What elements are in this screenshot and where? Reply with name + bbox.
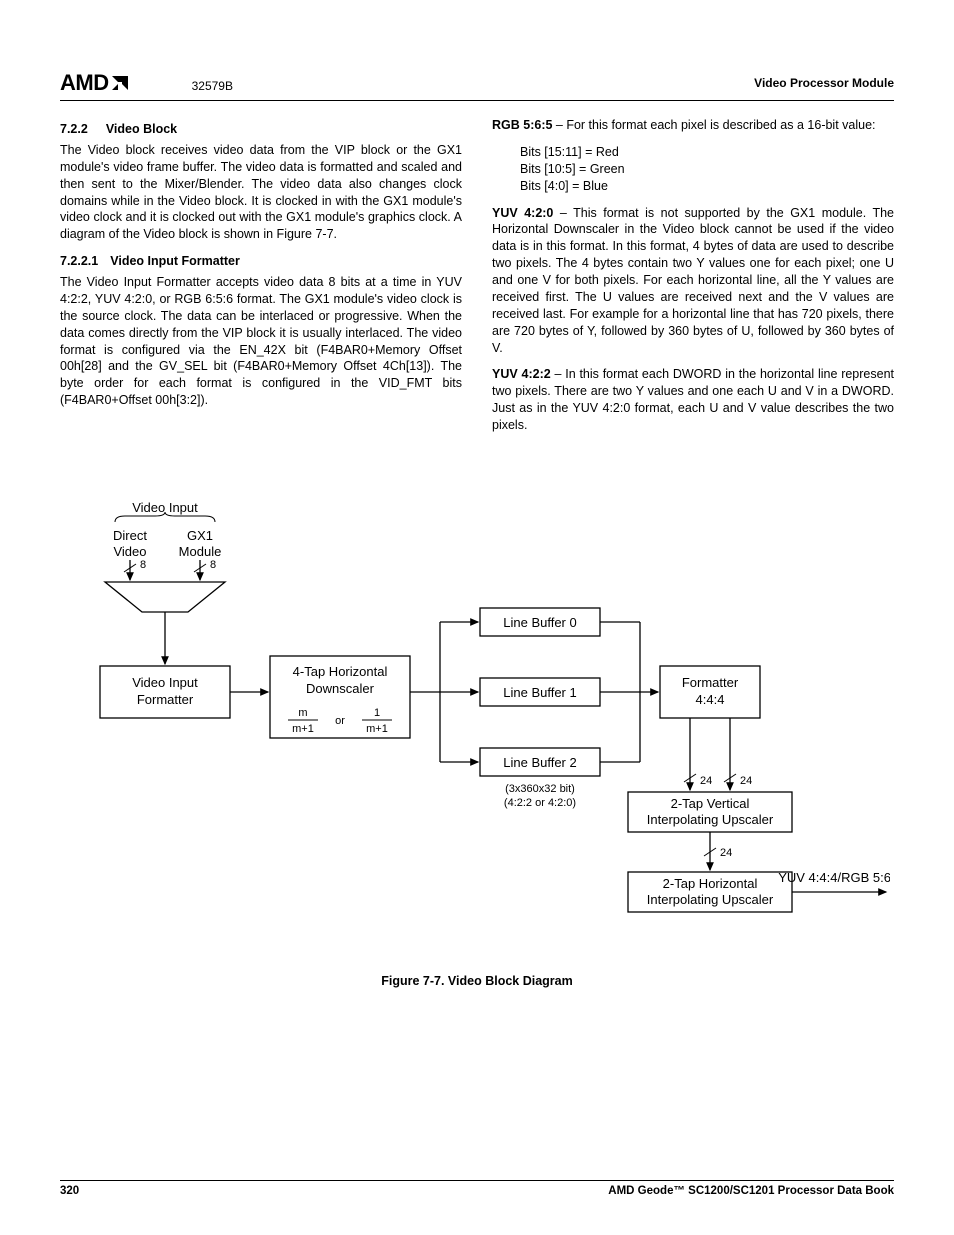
label-8bit-a: 8 bbox=[140, 559, 146, 571]
label-24c: 24 bbox=[720, 847, 732, 859]
rgb565-label: RGB 5:6:5 bbox=[492, 118, 552, 132]
down-line2: Downscaler bbox=[306, 681, 375, 696]
yuv420-label: YUV 4:2:0 bbox=[492, 206, 553, 220]
page-footer: 320 AMD Geode™ SC1200/SC1201 Processor D… bbox=[60, 1180, 894, 1197]
lb1: Line Buffer 1 bbox=[503, 685, 576, 700]
frac-1: 1 bbox=[374, 707, 380, 719]
frac-m1b: m+1 bbox=[366, 723, 388, 735]
hup-line1: 2-Tap Horizontal bbox=[663, 876, 758, 891]
label-24b: 24 bbox=[740, 775, 752, 787]
rgb-bits-blue: Bits [4:0] = Blue bbox=[520, 179, 608, 193]
amd-arrow-icon bbox=[110, 74, 132, 92]
rgb-bits-red: Bits [15:11] = Red bbox=[520, 145, 619, 159]
module-title: Video Processor Module bbox=[754, 76, 894, 90]
vif-line2: Formatter bbox=[137, 692, 194, 707]
hup-line2: Interpolating Upscaler bbox=[647, 892, 774, 907]
section-number: 7.2.2 bbox=[60, 121, 88, 138]
label-gx1: GX1 bbox=[187, 528, 213, 543]
para-rgb565: RGB 5:6:5 – For this format each pixel i… bbox=[492, 117, 894, 134]
lb-note1: (3x360x32 bit) bbox=[505, 783, 575, 795]
frac-m: m bbox=[298, 707, 307, 719]
frac-m1a: m+1 bbox=[292, 723, 314, 735]
down-line1: 4-Tap Horizontal bbox=[293, 664, 388, 679]
rgb565-text: – For this format each pixel is describe… bbox=[552, 118, 875, 132]
vup-line2: Interpolating Upscaler bbox=[647, 812, 774, 827]
page-header: AMD 32579B Video Processor Module bbox=[60, 70, 894, 101]
yuv422-label: YUV 4:2:2 bbox=[492, 367, 551, 381]
yuv422-text: – In this format each DWORD in the horiz… bbox=[492, 367, 894, 432]
subsection-title: Video Input Formatter bbox=[110, 254, 240, 268]
lb0: Line Buffer 0 bbox=[503, 615, 576, 630]
section-title: Video Block bbox=[106, 122, 177, 136]
subsection-number: 7.2.2.1 bbox=[60, 253, 98, 270]
label-or: or bbox=[335, 715, 345, 727]
book-title: AMD Geode™ SC1200/SC1201 Processor Data … bbox=[608, 1185, 894, 1197]
figure-caption: Figure 7-7. Video Block Diagram bbox=[60, 974, 894, 988]
right-column: RGB 5:6:5 – For this format each pixel i… bbox=[492, 117, 894, 444]
para-yuv420: YUV 4:2:0 – This format is not supported… bbox=[492, 205, 894, 357]
label-24a: 24 bbox=[700, 775, 712, 787]
lb-note2: (4:2:2 or 4:2:0) bbox=[504, 797, 576, 809]
para-video-input-formatter: The Video Input Formatter accepts video … bbox=[60, 274, 462, 409]
lb2: Line Buffer 2 bbox=[503, 755, 576, 770]
logo-text: AMD bbox=[60, 70, 109, 96]
vup-line1: 2-Tap Vertical bbox=[671, 796, 750, 811]
page-number: 320 bbox=[60, 1185, 79, 1197]
rgb-bits-block: Bits [15:11] = Red Bits [10:5] = Green B… bbox=[520, 144, 894, 195]
left-column: 7.2.2 Video Block The Video block receive… bbox=[60, 117, 462, 444]
label-module: Module bbox=[179, 544, 222, 559]
amd-logo: AMD bbox=[60, 70, 132, 96]
doc-number: 32579B bbox=[192, 79, 233, 93]
fmt444-line1: Formatter bbox=[682, 675, 739, 690]
label-video: Video bbox=[113, 544, 146, 559]
para-yuv422: YUV 4:2:2 – In this format each DWORD in… bbox=[492, 366, 894, 434]
video-block-diagram: Video Input Direct Video GX1 Module 8 8 … bbox=[60, 494, 894, 954]
fmt444-line2: 4:4:4 bbox=[696, 692, 725, 707]
yuv420-text: – This format is not supported by the GX… bbox=[492, 206, 894, 355]
para-video-block: The Video block receives video data from… bbox=[60, 142, 462, 243]
label-8bit-b: 8 bbox=[210, 559, 216, 571]
label-direct: Direct bbox=[113, 528, 147, 543]
output-label: YUV 4:4:4/RGB 5:6:5 bbox=[778, 870, 890, 885]
vif-line1: Video Input bbox=[132, 675, 198, 690]
rgb-bits-green: Bits [10:5] = Green bbox=[520, 162, 625, 176]
